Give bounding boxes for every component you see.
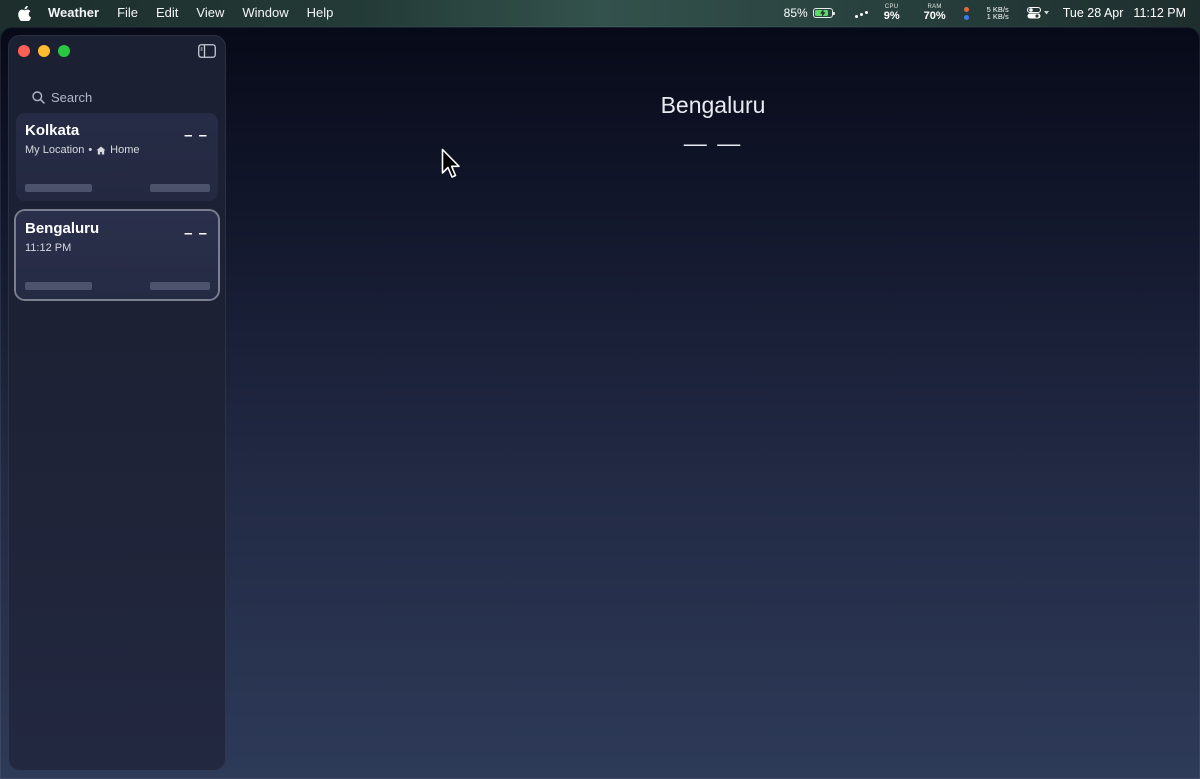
location-card-bengaluru[interactable]: Bengaluru 11:12 PM – – bbox=[16, 211, 218, 299]
loading-placeholder-conditions bbox=[25, 282, 92, 290]
menu-edit[interactable]: Edit bbox=[147, 0, 187, 26]
subtitle-separator: • bbox=[88, 144, 93, 156]
menu-date[interactable]: Tue 28 Apr bbox=[1063, 6, 1124, 20]
window-controls bbox=[18, 45, 70, 57]
cpu-value: 9% bbox=[883, 10, 900, 22]
weather-window: Search Kolkata My Location • Home – – Be… bbox=[0, 27, 1200, 779]
menu-view[interactable]: View bbox=[187, 0, 233, 26]
search-field[interactable]: Search bbox=[32, 90, 92, 105]
menu-time[interactable]: 11:12 PM bbox=[1133, 6, 1186, 20]
sidebar-toggle-icon[interactable] bbox=[198, 44, 216, 58]
location-subtitle: My Location • Home bbox=[25, 144, 140, 156]
menu-bar-left: Weather File Edit View Window Help bbox=[0, 0, 342, 26]
main-temperature: — — bbox=[683, 130, 743, 156]
search-placeholder: Search bbox=[51, 90, 93, 105]
menu-bar-status: 85% CPU 9% RAM 70% 5 KB/s 1 KB/s Tue 28 … bbox=[784, 0, 1186, 26]
loading-placeholder-range bbox=[150, 184, 210, 192]
menu-bar: Weather File Edit View Window Help 85% C… bbox=[0, 0, 1200, 26]
menu-file[interactable]: File bbox=[108, 0, 147, 26]
home-tag-label: Home bbox=[110, 144, 140, 156]
network-download: 1 KB/s bbox=[986, 12, 1009, 21]
my-location-label: My Location bbox=[25, 144, 85, 156]
loading-placeholder-range bbox=[150, 282, 210, 290]
maximize-button[interactable] bbox=[58, 45, 70, 57]
control-center-icon[interactable] bbox=[1026, 7, 1049, 19]
main-city-title: Bengaluru bbox=[660, 92, 766, 118]
apple-menu-icon[interactable] bbox=[17, 5, 31, 21]
location-temperature: – – bbox=[184, 127, 208, 144]
charging-bolt-icon bbox=[819, 9, 826, 17]
cpu-monitor[interactable]: CPU 9% bbox=[884, 4, 900, 22]
network-monitor[interactable]: 5 KB/s 1 KB/s bbox=[986, 5, 1009, 21]
location-card-kolkata[interactable]: Kolkata My Location • Home – – bbox=[16, 113, 218, 201]
dots-menu-icon[interactable] bbox=[854, 8, 868, 18]
menu-app-weather[interactable]: Weather bbox=[48, 0, 108, 26]
mouse-pointer-icon bbox=[441, 148, 461, 185]
battery-percent: 85% bbox=[783, 6, 808, 20]
menu-window[interactable]: Window bbox=[233, 0, 297, 26]
battery-icon[interactable] bbox=[812, 8, 835, 18]
loading-placeholder-conditions bbox=[25, 184, 92, 192]
ram-monitor[interactable]: RAM 70% bbox=[924, 4, 946, 22]
location-subtitle: 11:12 PM bbox=[25, 242, 71, 254]
location-local-time: 11:12 PM bbox=[25, 242, 72, 254]
location-temperature: – – bbox=[184, 225, 208, 242]
menu-help[interactable]: Help bbox=[298, 0, 343, 26]
home-icon bbox=[96, 146, 106, 154]
search-icon bbox=[32, 91, 45, 104]
sidebar: Search Kolkata My Location • Home – – Be… bbox=[8, 35, 226, 771]
desktop: Weather File Edit View Window Help 85% C… bbox=[0, 0, 1200, 779]
location-city: Bengaluru bbox=[25, 220, 100, 237]
minimize-button[interactable] bbox=[38, 45, 50, 57]
location-city: Kolkata bbox=[25, 122, 80, 139]
sensor-dots-icon[interactable] bbox=[963, 6, 969, 20]
ram-value: 70% bbox=[923, 10, 946, 22]
close-button[interactable] bbox=[18, 45, 30, 57]
